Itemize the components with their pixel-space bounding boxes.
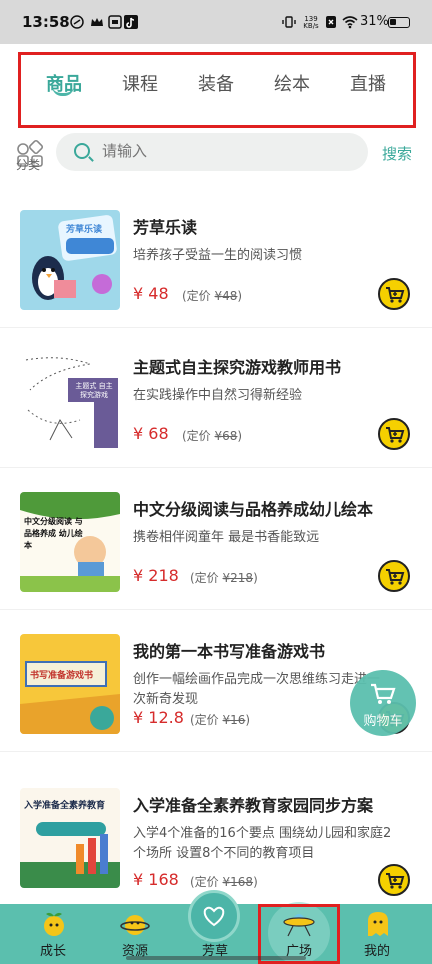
cart-icon xyxy=(386,287,405,303)
product-item[interactable]: 主题式 自主探究游戏 主题式自主探究游戏教师用书 在实践操作中自然习得新经验 ¥… xyxy=(0,328,432,468)
search-button[interactable]: 搜索 xyxy=(382,143,412,164)
tabs-highlight-box xyxy=(18,52,416,128)
product-price: ¥ 168 xyxy=(133,870,179,889)
nav-label: 我的 xyxy=(363,944,390,959)
center-home-button[interactable] xyxy=(188,890,240,942)
nav-item-resources[interactable]: 资源 xyxy=(100,904,170,964)
floating-cart-button[interactable]: 购物车 xyxy=(350,670,416,736)
nav-item-mine[interactable]: 我的 xyxy=(342,904,412,964)
cart-icon xyxy=(386,427,405,443)
add-to-cart-button[interactable] xyxy=(378,560,410,592)
sim-off-icon xyxy=(326,16,336,28)
product-description: 入学4个准备的16个要点 围绕幼儿园和家庭2个场所 设置8个不同的教育项目 xyxy=(133,826,392,861)
original-price: (定价 ¥218) xyxy=(190,571,258,585)
thumbnail-title: 书写准备游戏书 xyxy=(30,671,94,681)
battery-percent: 31% xyxy=(360,14,389,29)
original-price: (定价 ¥16) xyxy=(190,713,251,727)
product-price: ¥ 218 xyxy=(133,566,179,585)
cart-icon xyxy=(386,569,405,585)
net-speed: 139 KB/s xyxy=(303,15,319,30)
product-thumbnail: 书写准备游戏书 xyxy=(20,634,120,734)
thumbnail-title: 中文分级阅读 与品格养成 幼儿绘本 xyxy=(24,517,83,550)
add-to-cart-button[interactable] xyxy=(378,418,410,450)
product-description: 携卷相伴阅童年 最是书香能致远 xyxy=(133,530,320,545)
product-title[interactable]: 芳草乐读 xyxy=(133,214,197,238)
crown-icon xyxy=(91,18,103,26)
ghost-icon xyxy=(368,912,388,936)
product-price: ¥ 48 xyxy=(133,284,169,303)
product-title[interactable]: 我的第一本书写准备游戏书 xyxy=(133,638,325,662)
search-bar[interactable] xyxy=(56,133,368,171)
product-description: 培养孩子受益一生的阅读习惯 xyxy=(133,248,303,263)
product-item[interactable]: 中文分级阅读 与品格养成 幼儿绘本 中文分级阅读与品格养成幼儿绘本 携卷相伴阅童… xyxy=(0,470,432,610)
nav-item-growth[interactable]: 成长 xyxy=(18,904,88,964)
status-bar: 13:58 139 KB/s 31% xyxy=(0,0,432,44)
product-title[interactable]: 入学准备全素养教育家园同步方案 xyxy=(133,792,373,816)
battery-icon xyxy=(388,17,410,28)
thumbnail-title: 主题式 自主探究游戏 xyxy=(75,382,113,399)
app-box-icon xyxy=(108,15,122,29)
product-price: ¥ 68 xyxy=(133,424,169,443)
add-to-cart-button[interactable] xyxy=(378,864,410,896)
category-label[interactable]: 分类 xyxy=(16,156,40,173)
cart-icon xyxy=(371,683,396,704)
planet-icon xyxy=(120,915,150,935)
product-description: 在实践操作中自然习得新经验 xyxy=(133,388,303,403)
home-indicator xyxy=(126,956,306,960)
floating-cart-label: 购物车 xyxy=(363,714,403,729)
original-price: (定价 ¥48) xyxy=(182,289,243,303)
cart-icon xyxy=(386,873,405,889)
heart-leaf-icon xyxy=(203,906,225,927)
search-icon xyxy=(74,143,90,159)
tiktok-icon xyxy=(124,15,138,29)
thumbnail-title: 入学准备全素养教育 xyxy=(24,801,106,811)
product-item[interactable]: 芳草乐读 芳草乐读 培养孩子受益一生的阅读习惯 ¥ 48 (定价 ¥48) xyxy=(0,188,432,328)
app-notification-icon xyxy=(70,15,84,29)
add-to-cart-button[interactable] xyxy=(378,278,410,310)
nav-label: 成长 xyxy=(39,944,66,959)
wifi-icon xyxy=(342,16,358,29)
product-title[interactable]: 主题式自主探究游戏教师用书 xyxy=(133,354,341,378)
product-price: ¥ 12.8 xyxy=(133,708,184,727)
product-thumbnail: 中文分级阅读 与品格养成 幼儿绘本 xyxy=(20,492,120,592)
product-thumbnail: 入学准备全素养教育 xyxy=(20,788,120,888)
product-thumbnail: 芳草乐读 xyxy=(20,210,120,310)
search-input[interactable] xyxy=(102,142,342,160)
original-price: (定价 ¥68) xyxy=(182,429,243,443)
product-title[interactable]: 中文分级阅读与品格养成幼儿绘本 xyxy=(133,496,373,520)
status-time: 13:58 xyxy=(22,13,70,31)
product-item[interactable]: 入学准备全素养教育 入学准备全素养教育家园同步方案 入学4个准备的16个要点 围… xyxy=(0,766,432,898)
vibrate-icon xyxy=(282,16,296,28)
thumbnail-title: 芳草乐读 xyxy=(66,225,103,235)
original-price: (定价 ¥168) xyxy=(190,875,258,889)
nav-highlight-box xyxy=(258,904,340,964)
sprout-icon xyxy=(44,912,64,936)
product-thumbnail: 主题式 自主探究游戏 xyxy=(20,350,120,450)
